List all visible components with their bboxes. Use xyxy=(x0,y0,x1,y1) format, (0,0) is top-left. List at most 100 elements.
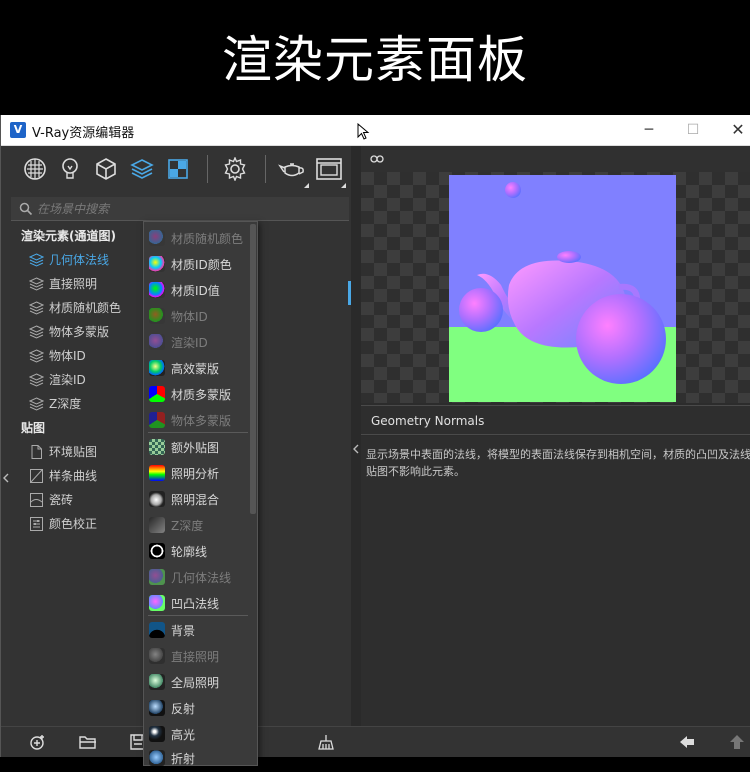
arrow-up-icon[interactable] xyxy=(728,734,746,750)
sliders-icon xyxy=(30,517,43,531)
collapse-left-icon[interactable] xyxy=(3,473,9,483)
arrow-left-icon[interactable] xyxy=(678,734,696,750)
tree-item-label: 物体ID xyxy=(49,349,86,363)
bottom-toolbar xyxy=(1,726,750,757)
layers-icon xyxy=(29,301,44,315)
render-elements-category-icon[interactable] xyxy=(128,155,156,183)
collapse-right-icon[interactable] xyxy=(353,444,359,454)
dropdown-item-material-random-color[interactable]: 材质随机颜色 xyxy=(144,225,250,251)
dropdown-scrollbar[interactable] xyxy=(250,224,256,514)
preview-link-icon[interactable] xyxy=(370,153,384,165)
open-folder-icon[interactable] xyxy=(79,734,97,750)
settings-gear-icon[interactable] xyxy=(221,155,249,183)
material-id-color-icon xyxy=(149,256,165,272)
info-title-bar: Geometry Normals xyxy=(361,405,750,435)
dropdown-item-render-id[interactable]: 渲染ID xyxy=(144,329,250,355)
asset-list-panel: 渲染元素(通道图) 几何体法线 直接照明 材质随机颜色 物体多蒙版 物体ID xyxy=(1,146,351,766)
add-render-element-dropdown: 材质随机颜色 材质ID颜色 材质ID值 物体ID 渲染ID 高效蒙版 材质多蒙版… xyxy=(143,221,258,766)
dropdown-separator xyxy=(148,432,248,433)
search-box xyxy=(11,197,349,221)
toolbar-separator xyxy=(265,155,266,183)
refraction-icon xyxy=(149,750,165,766)
render-teapot-icon[interactable] xyxy=(278,155,306,183)
purge-broom-icon[interactable] xyxy=(317,734,335,750)
render-menu-caret[interactable] xyxy=(304,183,309,188)
tree-item-label: 物体多蒙版 xyxy=(49,325,110,339)
dropdown-item-reflection[interactable]: 反射 xyxy=(144,695,250,721)
dropdown-item-z-depth[interactable]: Z深度 xyxy=(144,512,250,538)
dropdown-item-background[interactable]: 背景 xyxy=(144,617,250,643)
search-input[interactable] xyxy=(37,199,137,219)
preview-toolbar xyxy=(361,146,750,172)
dropdown-item-lighting-analysis[interactable]: 照明分析 xyxy=(144,460,250,486)
panel-splitter[interactable] xyxy=(351,146,361,726)
geometry-normals-icon xyxy=(149,569,165,585)
textures-category-icon[interactable] xyxy=(164,155,192,183)
tiles-icon xyxy=(30,493,43,507)
tree-item-label: 瓷砖 xyxy=(49,493,74,507)
dropdown-item-direct-lighting[interactable]: 直接照明 xyxy=(144,643,250,669)
category-toolbar xyxy=(1,146,351,192)
layers-icon xyxy=(29,349,44,363)
frame-buffer-icon[interactable] xyxy=(315,155,343,183)
dropdown-item-cryptomatte[interactable]: 高效蒙版 xyxy=(144,355,250,381)
global-illumination-icon xyxy=(149,674,165,690)
dropdown-item-object-multimatte[interactable]: 物体多蒙版 xyxy=(144,407,250,433)
title-bar: V V-Ray资源编辑器 ─ ☐ ✕ xyxy=(1,115,750,146)
geometry-normals-preview-render xyxy=(449,175,676,402)
object-multimatte-icon xyxy=(149,412,165,428)
layers-icon xyxy=(29,325,44,339)
add-asset-icon[interactable] xyxy=(29,734,47,750)
layers-icon xyxy=(29,277,44,291)
tree-item-label: 材质随机颜色 xyxy=(49,301,122,315)
banner-title: 渲染元素面板 xyxy=(222,31,528,89)
material-multimatte-icon xyxy=(149,386,165,402)
render-id-icon xyxy=(149,334,165,350)
dropdown-item-extra-texture[interactable]: 额外贴图 xyxy=(144,434,250,460)
frame-buffer-menu-caret[interactable] xyxy=(341,183,346,188)
tree-item-label: 样条曲线 xyxy=(49,469,98,483)
dropdown-item-refraction[interactable]: 折射 xyxy=(144,745,250,771)
dropdown-item-material-id-value[interactable]: 材质ID值 xyxy=(144,277,250,303)
document-icon xyxy=(31,445,42,459)
minimize-button[interactable]: ─ xyxy=(634,119,664,141)
layers-icon xyxy=(29,373,44,387)
layers-icon xyxy=(29,397,44,411)
tree-item-label: 渲染ID xyxy=(49,373,86,387)
material-id-value-icon xyxy=(149,282,165,298)
lighting-analysis-icon xyxy=(149,465,165,481)
geometry-category-icon[interactable] xyxy=(92,155,120,183)
dropdown-item-material-multimatte[interactable]: 材质多蒙版 xyxy=(144,381,250,407)
dropdown-item-material-id-color[interactable]: 材质ID颜色 xyxy=(144,251,250,277)
background-icon xyxy=(149,622,165,638)
lights-category-icon[interactable] xyxy=(56,155,84,183)
reflection-icon xyxy=(149,700,165,716)
tree-item-label: 颜色校正 xyxy=(49,517,98,531)
specular-icon xyxy=(149,726,165,742)
z-depth-icon xyxy=(149,517,165,533)
dropdown-item-specular[interactable]: 高光 xyxy=(144,721,250,747)
dropdown-item-geometry-normals[interactable]: 几何体法线 xyxy=(144,564,250,590)
dropdown-item-object-id[interactable]: 物体ID xyxy=(144,303,250,329)
material-random-color-icon xyxy=(149,230,165,246)
vray-app-icon: V xyxy=(10,122,26,138)
layers-icon xyxy=(29,253,44,267)
dropdown-item-global-illumination[interactable]: 全局照明 xyxy=(144,669,250,695)
extra-texture-icon xyxy=(149,439,165,455)
outline-icon xyxy=(149,543,165,559)
tree-item-label: 环境贴图 xyxy=(49,445,98,459)
dropdown-item-toon-outline[interactable]: 轮廓线 xyxy=(144,538,250,564)
tree-item-label: 直接照明 xyxy=(49,277,98,291)
cryptomatte-icon xyxy=(149,360,165,376)
bump-normals-icon xyxy=(149,595,165,611)
dropdown-item-bump-normals[interactable]: 凹凸法线 xyxy=(144,590,250,616)
materials-category-icon[interactable] xyxy=(21,155,49,183)
info-panel: 显示场景中表面的法线，将模型的表面法线保存到相机空间，材质的凸凹及法线贴图不影响… xyxy=(361,436,750,726)
maximize-button[interactable]: ☐ xyxy=(678,119,708,141)
vray-asset-editor-window: V V-Ray资源编辑器 ─ ☐ ✕ 在场景中搜索 渲染元素(通道图) 几何体法… xyxy=(0,115,750,766)
curve-icon xyxy=(30,469,43,483)
close-button[interactable]: ✕ xyxy=(723,119,750,141)
mouse-cursor-icon xyxy=(357,123,370,140)
dropdown-item-light-mix[interactable]: 照明混合 xyxy=(144,486,250,512)
object-id-icon xyxy=(149,308,165,324)
